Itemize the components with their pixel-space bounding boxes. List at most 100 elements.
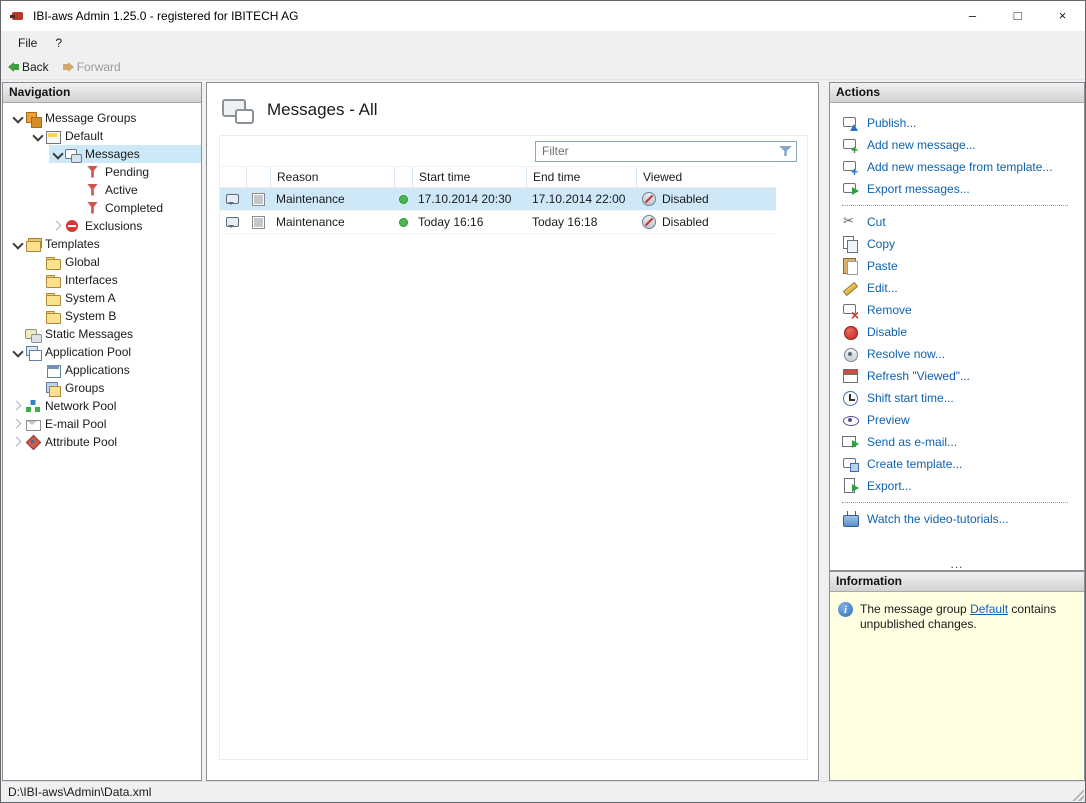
action-create-template[interactable]: Create template... [842,453,1078,475]
minimize-button[interactable]: – [950,1,995,31]
message-groups-icon [25,111,42,128]
create-template-icon [842,456,859,472]
clock-icon [842,390,859,406]
action-cut[interactable]: Cut [842,211,1078,233]
tree-item-static-messages[interactable]: Static Messages [3,325,201,343]
pending-filter-icon [85,165,101,180]
remove-icon [842,302,859,322]
chevron-placeholder [69,200,85,216]
tree-item-templates[interactable]: Templates [3,235,201,253]
chevron-collapsed-icon[interactable] [9,398,25,414]
tree-item-system-a[interactable]: System A [3,289,201,307]
column-header-start-time[interactable]: Start time [412,167,526,187]
export-messages-icon [842,181,859,197]
actions-panel: Actions Publish... Add new message... Ad… [829,82,1085,571]
chevron-expanded-icon[interactable] [9,110,25,126]
default-group-link[interactable]: Default [970,602,1008,616]
tree-item-applications[interactable]: Applications [3,361,201,379]
tree-item-pending[interactable]: Pending [3,163,201,181]
info-icon [838,602,853,617]
message-row[interactable]: Maintenance Today 16:16 Today 16:18 Disa… [220,211,776,234]
status-green-dot-icon [398,217,408,227]
chevron-expanded-icon[interactable] [29,128,45,144]
chevron-expanded-icon[interactable] [9,236,25,252]
information-panel: Information The message group Default co… [829,571,1085,781]
folder-icon [45,255,61,270]
table-header: Reason Start time End time Viewed [220,166,776,188]
window-title: IBI-aws Admin 1.25.0 - registered for IB… [33,9,299,23]
action-edit[interactable]: Edit... [842,277,1078,299]
filter-box [535,140,797,162]
page-title: Messages - All [267,100,378,119]
action-shift-start-time[interactable]: Shift start time... [842,387,1078,409]
tree-item-default[interactable]: Default [3,127,201,145]
status-file-path: D:\IBI-aws\Admin\Data.xml [8,785,152,799]
chevron-expanded-icon[interactable] [49,146,65,162]
column-header-color[interactable] [246,167,270,187]
back-arrow-icon [8,62,19,72]
messages-panel: Messages - All Reason Start time End tim… [206,82,819,781]
column-header-viewed[interactable]: Viewed [636,167,776,187]
column-header-message-icon[interactable] [220,167,246,187]
menu-help[interactable]: ? [46,34,71,52]
forward-label: Forward [76,59,121,74]
window-controls: – □ × [950,1,1085,31]
tree-item-completed[interactable]: Completed [3,199,201,217]
attribute-pool-icon [25,435,41,450]
chevron-collapsed-icon[interactable] [9,416,25,432]
tree-item-global[interactable]: Global [3,253,201,271]
action-refresh-viewed[interactable]: Refresh "Viewed"... [842,365,1078,387]
column-header-reason[interactable]: Reason [270,167,394,187]
chevron-expanded-icon[interactable] [9,344,25,360]
end-time-cell: 17.10.2014 22:00 [532,192,626,206]
action-publish[interactable]: Publish... [842,112,1078,134]
actions-overflow-indicator[interactable]: ... [830,558,1084,570]
tree-item-application-pool[interactable]: Application Pool [3,343,201,361]
tree-item-email-pool[interactable]: E-mail Pool [3,415,201,433]
tv-icon [842,511,859,527]
close-button[interactable]: × [1040,1,1085,31]
action-disable[interactable]: Disable [842,321,1078,343]
tree-item-system-b[interactable]: System B [3,307,201,325]
chevron-collapsed-icon[interactable] [49,218,65,234]
toolbar: Back Forward [1,54,1085,80]
forward-button[interactable]: Forward [63,60,121,74]
action-add-new-message[interactable]: Add new message... [842,134,1078,156]
action-resolve-now[interactable]: Resolve now... [842,343,1078,365]
action-copy[interactable]: Copy [842,233,1078,255]
action-export-messages[interactable]: Export messages... [842,178,1078,200]
tree-item-active[interactable]: Active [3,181,201,199]
filter-funnel-icon[interactable] [779,145,792,157]
tree-item-messages[interactable]: Messages [3,145,201,163]
filter-input[interactable] [536,144,779,158]
applications-icon [45,363,61,378]
action-preview[interactable]: Preview [842,409,1078,431]
actions-list: Publish... Add new message... Add new me… [830,103,1084,570]
tree-item-message-groups[interactable]: Message Groups [3,109,201,128]
chevron-collapsed-icon[interactable] [9,434,25,450]
tree-item-exclusions[interactable]: Exclusions [3,217,201,235]
message-row[interactable]: Maintenance 17.10.2014 20:30 17.10.2014 … [220,188,776,211]
menu-file[interactable]: File [9,34,46,52]
forward-arrow-icon [63,62,74,72]
resize-grip[interactable] [1071,788,1084,801]
action-watch-video-tutorials[interactable]: Watch the video-tutorials... [842,508,1078,530]
column-header-end-time[interactable]: End time [526,167,636,187]
maximize-button[interactable]: □ [995,1,1040,31]
chevron-placeholder [29,290,45,306]
action-remove[interactable]: Remove [842,299,1078,322]
back-button[interactable]: Back [8,60,49,74]
eye-icon [842,412,859,428]
tree-item-attribute-pool[interactable]: Attribute Pool [3,433,201,451]
app-window: IBI-aws Admin 1.25.0 - registered for IB… [0,0,1086,803]
tree-item-groups[interactable]: Groups [3,379,201,397]
action-export[interactable]: Export... [842,475,1078,497]
action-send-as-email[interactable]: Send as e-mail... [842,431,1078,453]
action-paste[interactable]: Paste [842,255,1078,277]
tree-item-network-pool[interactable]: Network Pool [3,397,201,415]
action-add-new-message-from-template[interactable]: Add new message from template... [842,156,1078,178]
tree-item-interfaces[interactable]: Interfaces [3,271,201,289]
reason-cell: Maintenance [276,192,345,206]
column-header-status[interactable] [394,167,412,187]
start-time-cell: 17.10.2014 20:30 [418,192,512,206]
